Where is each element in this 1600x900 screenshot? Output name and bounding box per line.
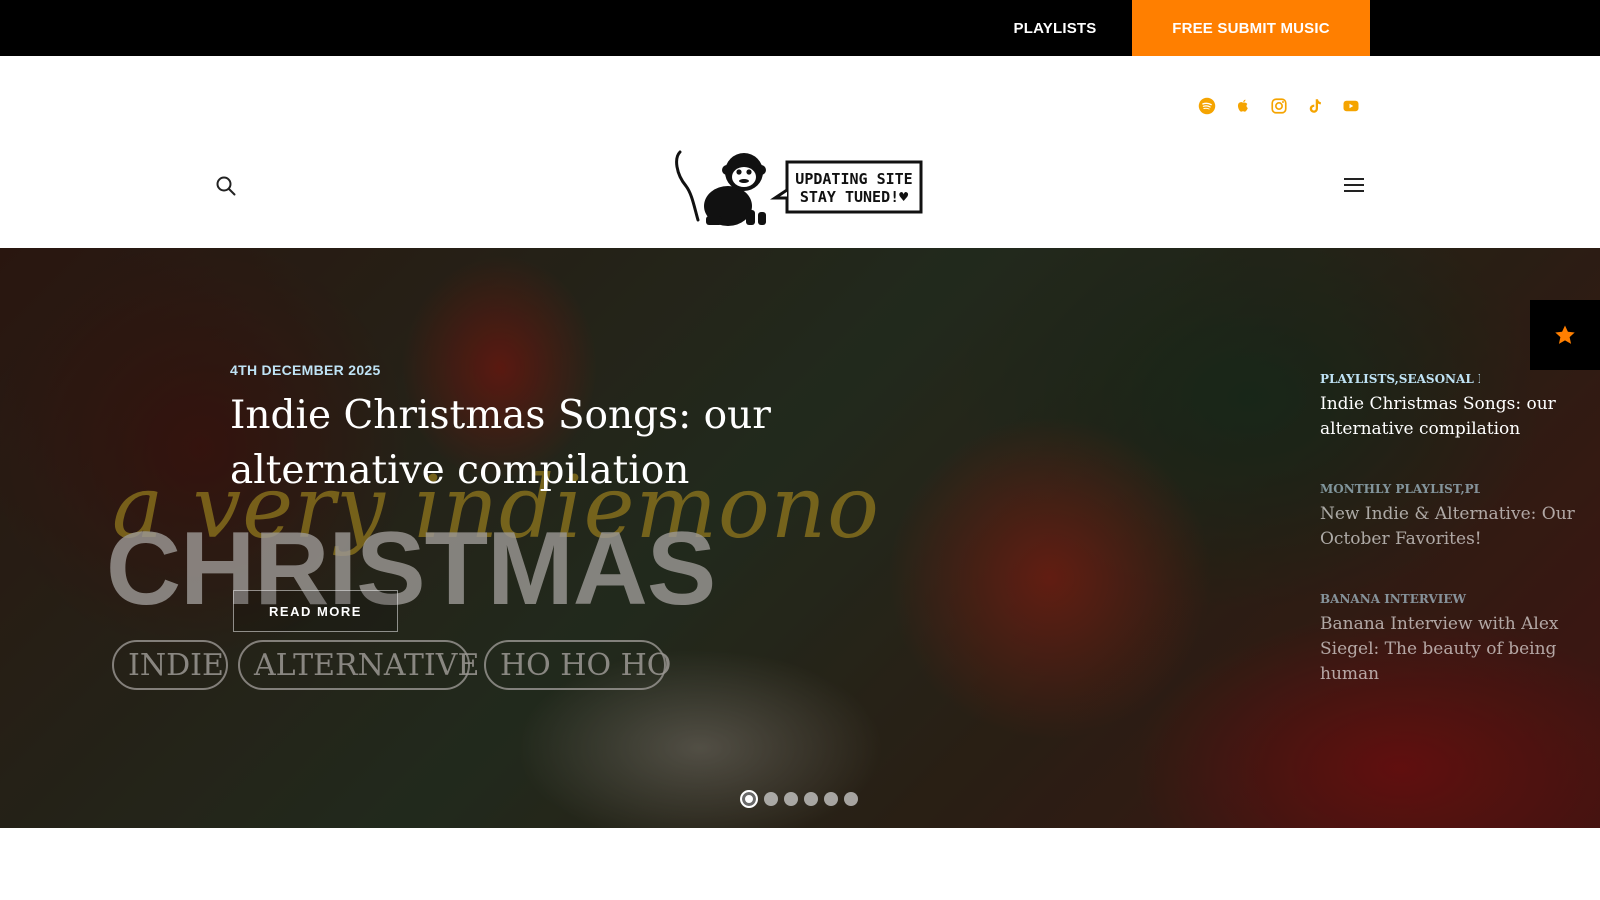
favorite-button[interactable]: [1530, 300, 1600, 370]
side-post-title[interactable]: Banana Interview with Alex Siegel: The b…: [1320, 612, 1580, 687]
site-logo[interactable]: UPDATING SITE STAY TUNED!♥: [672, 150, 924, 230]
slider-dot[interactable]: [824, 792, 838, 806]
slider-dot[interactable]: [844, 792, 858, 806]
logo-bubble-line-1: UPDATING SITE: [795, 170, 912, 188]
apple-icon[interactable]: [1234, 97, 1252, 115]
social-links: [1198, 97, 1360, 115]
read-more-button[interactable]: READ MORE: [233, 590, 398, 632]
side-post-category: BANANA INTERVIEW: [1320, 592, 1466, 606]
side-post-category: MONTHLY PLAYLIST,PLA: [1320, 482, 1480, 496]
slider-dot[interactable]: [784, 792, 798, 806]
side-post-item[interactable]: PLAYLISTS,SEASONAL P Indie Christmas Son…: [1320, 372, 1580, 482]
slider-dot[interactable]: [764, 792, 778, 806]
hamburger-menu-icon: [1344, 178, 1364, 192]
free-submit-music-button[interactable]: FREE SUBMIT MUSIC: [1132, 0, 1370, 56]
hero-date: 4TH DECEMBER 2025: [230, 362, 381, 378]
top-bar: PLAYLISTS FREE SUBMIT MUSIC: [0, 0, 1600, 56]
spotify-icon[interactable]: [1198, 97, 1216, 115]
side-post-title[interactable]: New Indie & Alternative: Our October Fav…: [1320, 502, 1580, 552]
side-post-category: PLAYLISTS,SEASONAL P: [1320, 372, 1480, 386]
slider-dot[interactable]: [804, 792, 818, 806]
slider-pagination: [740, 790, 858, 808]
hamburger-menu-button[interactable]: [1344, 176, 1366, 196]
side-post-item[interactable]: MONTHLY PLAYLIST,PLA New Indie & Alterna…: [1320, 482, 1580, 592]
side-post-title[interactable]: Indie Christmas Songs: our alternative c…: [1320, 392, 1580, 442]
search-button[interactable]: [214, 174, 238, 198]
search-icon: [216, 176, 236, 196]
logo-bubble-line-2: STAY TUNED!♥: [800, 188, 908, 206]
hero-slider: a very indiemono CHRISTMAS INDIE ALTERNA…: [0, 248, 1600, 828]
side-post-item[interactable]: BANANA INTERVIEW Banana Interview with A…: [1320, 592, 1580, 702]
slider-dot[interactable]: [740, 790, 758, 808]
side-post-list: PLAYLISTS,SEASONAL P Indie Christmas Son…: [1320, 372, 1580, 702]
hero-title[interactable]: Indie Christmas Songs: our alternative c…: [230, 388, 790, 498]
nav-playlists-link[interactable]: PLAYLISTS: [990, 0, 1120, 56]
instagram-icon[interactable]: [1270, 97, 1288, 115]
youtube-icon[interactable]: [1342, 97, 1360, 115]
star-icon: [1555, 325, 1575, 344]
tiktok-icon[interactable]: [1306, 97, 1324, 115]
